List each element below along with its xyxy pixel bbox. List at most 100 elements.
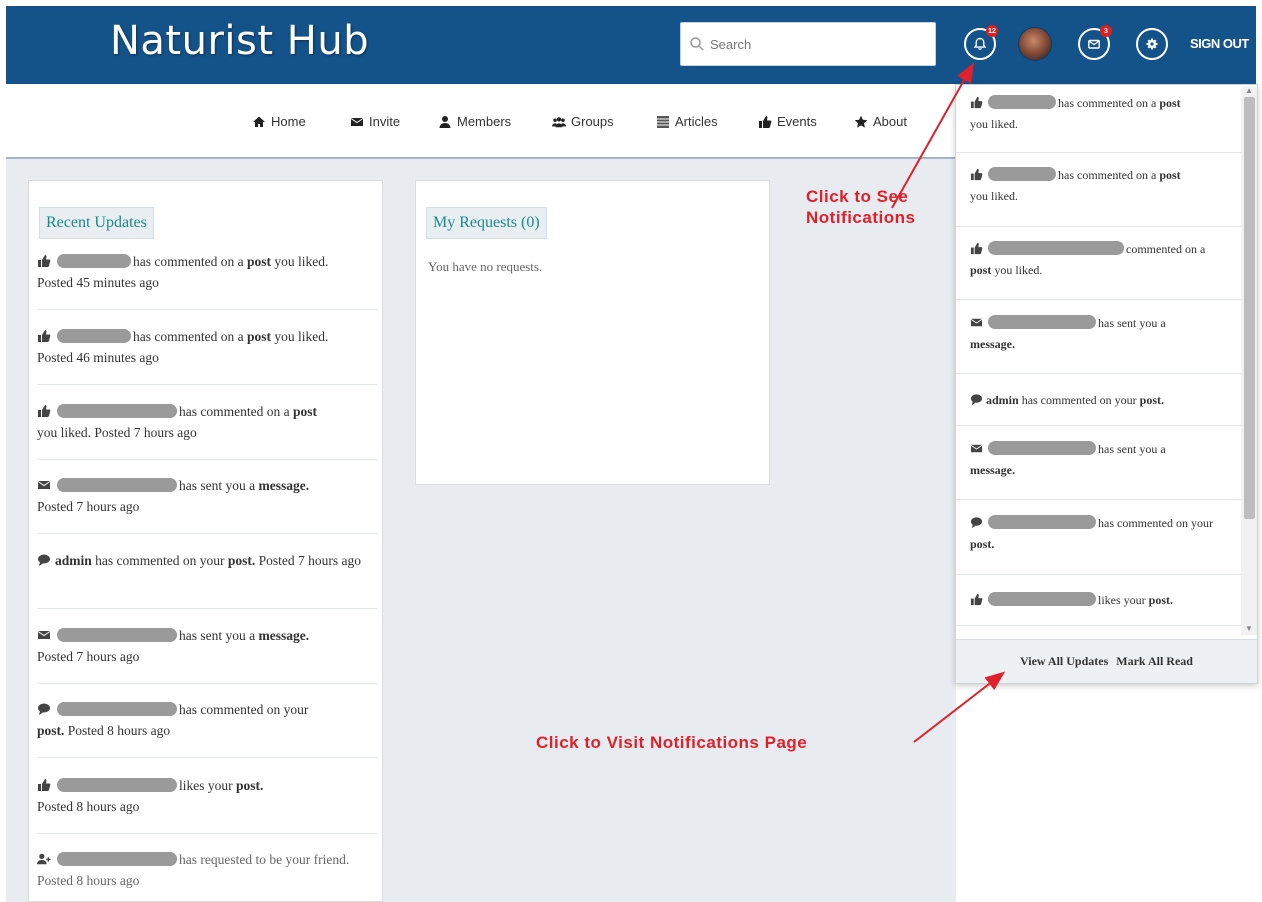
update-item[interactable]: has requested to be your friend. Posted … — [37, 849, 367, 891]
nav-members[interactable]: Members — [438, 114, 511, 129]
update-divider — [37, 309, 377, 310]
search-icon — [690, 37, 704, 51]
redacted-name — [988, 315, 1096, 329]
dropdown-item[interactable]: has sent you a message. — [956, 439, 1242, 481]
update-item[interactable]: has commented on your post. Posted 8 hour… — [37, 699, 367, 741]
thumbs-up-icon — [970, 96, 983, 109]
site-brand[interactable]: Naturist Hub — [110, 18, 369, 64]
dropdown-divider — [956, 226, 1242, 227]
update-divider — [37, 683, 377, 684]
update-divider — [37, 459, 377, 460]
comment-icon — [38, 554, 50, 566]
nav-groups[interactable]: Groups — [552, 114, 614, 129]
avatar[interactable] — [1018, 27, 1052, 61]
dropdown-divider — [956, 373, 1242, 374]
envelope-icon — [1088, 39, 1100, 49]
redacted-name — [988, 592, 1096, 606]
nav-articles-label: Articles — [675, 114, 718, 129]
no-requests-text: You have no requests. — [428, 259, 543, 274]
search-box[interactable] — [680, 22, 936, 66]
notifications-dropdown: has commented on a post you liked. has co… — [955, 84, 1258, 684]
envelope-icon — [37, 481, 51, 489]
dropdown-divider — [956, 425, 1242, 426]
thumbs-up-icon — [38, 779, 51, 791]
redacted-name — [57, 329, 131, 343]
update-item[interactable]: has sent you a message. Posted 7 hours ag… — [37, 475, 367, 517]
scroll-down-icon[interactable]: ▼ — [1244, 625, 1254, 633]
redacted-name — [988, 241, 1124, 255]
user-plus-icon — [37, 853, 51, 865]
dropdown-item[interactable]: has commented on a post you liked. — [956, 93, 1242, 135]
search-input[interactable] — [710, 36, 930, 52]
bell-icon — [973, 37, 987, 50]
sign-out-link[interactable]: SIGN OUT — [1190, 36, 1249, 51]
dropdown-divider — [956, 499, 1242, 500]
redacted-name — [57, 478, 177, 492]
nav-about[interactable]: About — [854, 114, 907, 129]
comment-icon — [38, 703, 50, 715]
thumbs-up-icon — [970, 168, 983, 181]
envelope-icon — [970, 444, 983, 453]
my-requests-title: My Requests (0) — [426, 207, 547, 239]
redacted-name — [988, 515, 1096, 529]
redacted-name — [57, 628, 177, 642]
redacted-name — [57, 778, 177, 792]
update-item[interactable]: likes your post. Posted 8 hours ago — [37, 775, 367, 817]
dropdown-item[interactable]: commented on a post you liked. — [956, 239, 1242, 281]
update-item[interactable]: has commented on a post you liked. Posted… — [37, 251, 367, 293]
dropdown-item[interactable]: admin has commented on your post. — [956, 390, 1242, 411]
redacted-name — [988, 95, 1056, 109]
scroll-up-icon[interactable]: ▲ — [1244, 87, 1254, 95]
nav-invite-label: Invite — [369, 114, 401, 129]
nav-home[interactable]: Home — [252, 114, 306, 129]
mark-all-read-link[interactable]: Mark All Read — [1116, 654, 1193, 669]
update-item[interactable]: has commented on a post you liked. Posted… — [37, 401, 367, 443]
update-divider — [37, 533, 377, 534]
nav-groups-label: Groups — [571, 114, 614, 129]
notifications-button[interactable]: 12 — [964, 25, 998, 60]
thumbs-up-icon — [759, 115, 772, 128]
nav-about-label: About — [873, 114, 907, 129]
thumbs-up-icon — [38, 330, 51, 342]
top-header: Naturist Hub 12 3 SIGN OUT — [6, 6, 1256, 84]
update-divider — [37, 608, 377, 609]
update-item[interactable]: has commented on a post you liked. Posted… — [37, 326, 367, 368]
dropdown-item[interactable]: has sent you a message. — [956, 313, 1242, 355]
settings-button[interactable] — [1136, 28, 1168, 60]
comment-icon — [970, 517, 983, 529]
comment-icon — [970, 394, 983, 406]
thumbs-up-icon — [38, 405, 51, 417]
update-divider — [37, 384, 377, 385]
message-count-badge: 3 — [1100, 25, 1112, 37]
nav-events[interactable]: Events — [758, 114, 817, 129]
view-all-updates-link[interactable]: View All Updates — [1020, 654, 1108, 669]
main-nav: Home Invite Members Groups Articles Even… — [6, 84, 956, 158]
nav-articles[interactable]: Articles — [656, 114, 718, 129]
dropdown-footer: View All Updates Mark All Read — [956, 639, 1257, 683]
list-icon — [657, 115, 669, 128]
dropdown-divider — [956, 299, 1242, 300]
dropdown-item[interactable]: likes your post. — [956, 590, 1242, 611]
dropdown-item[interactable]: has commented on a post you liked. — [956, 165, 1242, 207]
nav-members-label: Members — [457, 114, 512, 129]
redacted-name — [57, 852, 177, 866]
envelope-icon — [350, 117, 364, 126]
dropdown-item[interactable]: has commented on your post. — [956, 513, 1242, 555]
envelope-icon — [37, 631, 51, 639]
thumbs-up-icon — [970, 593, 983, 606]
user-icon — [439, 115, 451, 128]
nav-invite[interactable]: Invite — [350, 114, 400, 129]
nav-events-label: Events — [777, 114, 817, 129]
redacted-name — [57, 702, 177, 716]
recent-updates-panel: Recent Updates has commented on a post y… — [28, 180, 383, 902]
my-requests-panel: My Requests (0) You have no requests. — [415, 180, 770, 485]
update-item[interactable]: admin has commented on your post. Posted… — [37, 550, 367, 571]
redacted-name — [57, 254, 131, 268]
star-icon — [854, 115, 868, 128]
notification-count-badge: 12 — [986, 25, 998, 37]
dropdown-scrollbar-thumb[interactable] — [1244, 97, 1255, 519]
messages-button[interactable]: 3 — [1078, 25, 1112, 60]
update-item[interactable]: has sent you a message. Posted 7 hours ag… — [37, 625, 367, 667]
dropdown-divider — [956, 574, 1242, 575]
annotation-visit-notifications-page: Click to Visit Notifications Page — [536, 733, 808, 752]
